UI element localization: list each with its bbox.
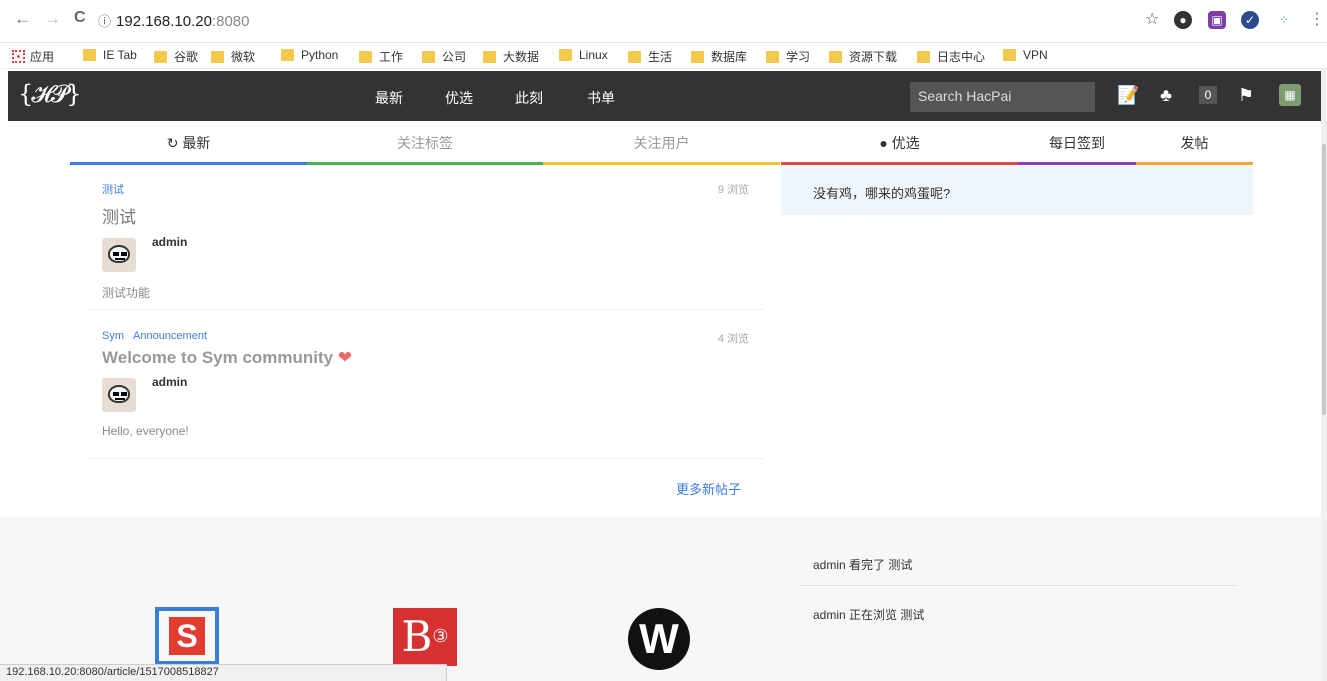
folder-icon	[766, 51, 779, 63]
nav-now[interactable]: 此刻	[515, 88, 543, 108]
activity-item[interactable]: admin 看完了 测试	[813, 556, 912, 573]
article-author: admin	[88, 235, 763, 272]
bookmarks-bar: 应用 IE Tab 谷歌 微软 Python 工作 公司 大数据 Linux 生…	[0, 43, 1327, 69]
picks-icon: ●	[879, 135, 892, 151]
nav-picks[interactable]: 优选	[445, 88, 473, 108]
extension-icon[interactable]: ●	[1174, 11, 1192, 29]
info-icon: ⓘ	[98, 14, 112, 29]
content-tabs: ↻ 最新 关注标签 关注用户 ● 优选 每日签到 发帖	[70, 122, 1253, 166]
bookmark-item[interactable]: Python	[281, 48, 338, 62]
forward-button[interactable]: →	[44, 9, 61, 29]
avatar-icon[interactable]: ▦	[1279, 84, 1301, 106]
article-views: 4 浏览	[717, 333, 749, 345]
bookmark-item[interactable]: 微软	[211, 48, 255, 65]
folder-icon	[1003, 49, 1016, 61]
notification-count[interactable]: 0	[1199, 86, 1217, 104]
back-button[interactable]: ←	[14, 9, 31, 29]
tab-new-post[interactable]: 发帖	[1136, 122, 1253, 165]
article-title[interactable]: 测试	[102, 203, 763, 228]
tab-latest[interactable]: ↻ 最新	[70, 122, 307, 165]
folder-icon	[211, 51, 224, 63]
bookmark-item[interactable]: 数据库	[691, 48, 747, 65]
folder-icon	[559, 49, 572, 61]
picks-notice: 没有鸡，哪来的鸡蛋呢?	[781, 166, 1253, 215]
article-tag[interactable]: Announcement	[133, 330, 207, 342]
user-group-icon[interactable]: ♣	[1155, 84, 1177, 106]
folder-icon	[483, 51, 496, 63]
refresh-icon: ↻	[166, 135, 183, 151]
new-post-icon[interactable]: 📝	[1117, 84, 1139, 106]
bookmark-item[interactable]: 谷歌	[154, 48, 198, 65]
folder-icon	[628, 51, 641, 63]
article-author: admin	[88, 375, 763, 412]
search-input[interactable]: Search HacPai	[910, 82, 1095, 112]
address-bar[interactable]: ⓘ 192.168.10.20:8080	[98, 8, 1128, 36]
bookmark-item[interactable]: 大数据	[483, 48, 539, 65]
apps-icon	[12, 50, 25, 63]
bookmark-item[interactable]: 生活	[628, 48, 672, 65]
folder-icon	[422, 51, 435, 63]
url-host: 192.168.10.20	[116, 13, 212, 30]
folder-icon	[154, 51, 167, 63]
extension-icon[interactable]: ✓	[1241, 11, 1259, 29]
status-bar: 192.168.10.20:8080/article/1517008518827	[0, 664, 447, 681]
bookmark-item[interactable]: Linux	[559, 48, 608, 62]
article-tag[interactable]: 测试	[102, 184, 124, 196]
more-posts-link[interactable]: 更多新帖子	[676, 479, 741, 498]
activity-divider	[800, 585, 1238, 586]
article-card[interactable]: 测试 9 浏览 测试 admin 测试功能	[88, 181, 763, 310]
folder-icon	[281, 49, 294, 61]
article-preview: 测试功能	[102, 286, 151, 300]
folder-icon	[83, 49, 96, 61]
activity-item[interactable]: admin 正在浏览 测试	[813, 606, 924, 623]
site-logo[interactable]: {𝓗𝓟}	[18, 80, 81, 108]
nav-latest[interactable]: 最新	[375, 88, 403, 108]
article-card[interactable]: Sym Announcement 4 浏览 Welcome to Sym comm…	[88, 330, 763, 459]
bookmark-item[interactable]: 公司	[422, 48, 466, 65]
article-title[interactable]: Welcome to Sym community ❤	[102, 348, 763, 368]
bookmark-item[interactable]: 资源下载	[829, 48, 897, 65]
avatar-skull-icon	[108, 245, 130, 263]
folder-icon	[691, 51, 704, 63]
article-tags: 测试	[102, 181, 763, 197]
heart-icon: ❤	[337, 348, 353, 367]
article-preview: Hello, everyone!	[102, 424, 189, 438]
site-header: {𝓗𝓟} 最新 优选 此刻 书单 Search HacPai 📝 ♣ 0 ⚑ ▦	[8, 71, 1321, 121]
tab-following-tags[interactable]: 关注标签	[307, 122, 543, 165]
bookmark-item[interactable]: 工作	[359, 48, 403, 65]
sponsor-logo-icon[interactable]: B③	[393, 608, 457, 666]
folder-icon	[829, 51, 842, 63]
url-port: :8080	[211, 13, 250, 30]
extension-icon[interactable]: ▣	[1208, 11, 1226, 29]
article-tags: Sym Announcement	[102, 330, 763, 342]
article-views: 9 浏览	[717, 184, 749, 196]
folder-icon	[359, 51, 372, 63]
nav-books[interactable]: 书单	[587, 88, 615, 108]
author-name[interactable]: admin	[152, 375, 187, 389]
folder-icon	[917, 51, 930, 63]
bookmark-star-icon[interactable]: ☆	[1145, 9, 1159, 29]
browser-toolbar: ← → C ⓘ 192.168.10.20:8080 ☆ ● ▣ ✓ ⁘ ⋮	[0, 0, 1327, 43]
scrollbar[interactable]	[1321, 69, 1327, 681]
avatar-skull-icon	[108, 385, 130, 403]
tab-checkin[interactable]: 每日签到	[1018, 122, 1136, 165]
tab-picks[interactable]: ● 优选	[781, 122, 1018, 165]
bookmark-item[interactable]: 学习	[766, 48, 810, 65]
article-tag[interactable]: Sym	[102, 330, 124, 342]
sponsor-logo-icon[interactable]: S	[155, 607, 219, 665]
menu-icon[interactable]: ⋮	[1309, 9, 1325, 29]
author-name[interactable]: admin	[152, 235, 187, 249]
bookmark-apps[interactable]: 应用	[12, 48, 54, 65]
reload-button[interactable]: C	[74, 9, 86, 27]
tab-following-users[interactable]: 关注用户	[543, 122, 780, 165]
sponsor-logo-icon[interactable]: W	[628, 608, 690, 670]
bookmark-item[interactable]: VPN	[1003, 48, 1048, 62]
bookmark-item[interactable]: IE Tab	[83, 48, 137, 62]
flag-icon[interactable]: ⚑	[1235, 84, 1257, 106]
extension-icon[interactable]: ⁘	[1275, 11, 1293, 29]
bookmark-item[interactable]: 日志中心	[917, 48, 985, 65]
